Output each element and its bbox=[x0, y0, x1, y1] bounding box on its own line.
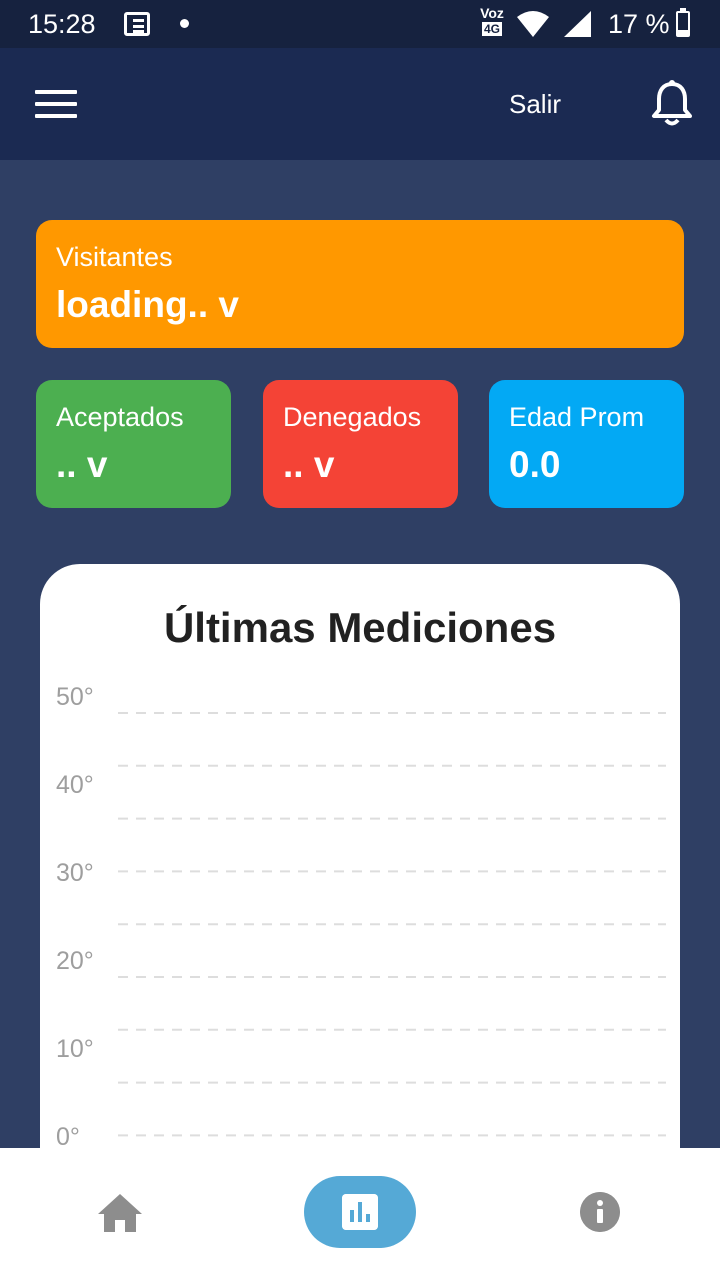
bar-chart-icon bbox=[342, 1194, 378, 1230]
network-indicator: Voz 4G bbox=[476, 6, 508, 36]
wifi-icon bbox=[517, 11, 549, 37]
bar-chart-tab[interactable] bbox=[304, 1176, 416, 1248]
edad-prom-value: 0.0 bbox=[509, 444, 561, 485]
news-icon bbox=[124, 12, 150, 36]
y-tick-label: 0° bbox=[56, 1123, 80, 1151]
menu-icon[interactable] bbox=[35, 88, 77, 120]
network-type: 4G bbox=[481, 22, 502, 36]
info-icon[interactable] bbox=[580, 1192, 620, 1232]
bell-icon[interactable] bbox=[650, 80, 694, 128]
edad-prom-card: Edad Prom 0.0 bbox=[489, 380, 684, 508]
y-tick-label: 20° bbox=[56, 947, 94, 975]
measurements-chart: 50° 40° 30° 20° 10° 0° bbox=[56, 683, 666, 1190]
edad-prom-label: Edad Prom bbox=[509, 402, 645, 432]
denegados-card: Denegados .. v bbox=[263, 380, 458, 508]
battery-icon bbox=[676, 8, 690, 37]
visitantes-card: Visitantes loading.. v bbox=[36, 220, 684, 348]
denegados-label: Denegados bbox=[283, 402, 422, 432]
voz-label: Voz bbox=[480, 5, 504, 21]
home-icon[interactable] bbox=[96, 1192, 144, 1234]
visitantes-label: Visitantes bbox=[56, 242, 173, 272]
aceptados-label: Aceptados bbox=[56, 402, 184, 432]
app-bar: Salir bbox=[0, 48, 720, 160]
visitantes-value: loading.. v bbox=[56, 284, 239, 325]
aceptados-value: .. v bbox=[56, 444, 108, 485]
y-tick-label: 40° bbox=[56, 771, 94, 799]
bottom-navigation bbox=[0, 1148, 720, 1280]
y-tick-label: 30° bbox=[56, 859, 94, 887]
status-time: 15:28 bbox=[28, 9, 96, 39]
chart-card: Últimas Mediciones 50° 40° 30° 20° 10° 0° bbox=[40, 564, 680, 1204]
denegados-value: .. v bbox=[283, 444, 335, 485]
aceptados-card: Aceptados .. v bbox=[36, 380, 231, 508]
signal-icon bbox=[564, 11, 591, 37]
y-tick-label: 50° bbox=[56, 683, 94, 711]
battery-percent: 17 % bbox=[608, 9, 670, 39]
y-tick-label: 10° bbox=[56, 1035, 94, 1063]
logout-button[interactable]: Salir bbox=[490, 86, 580, 122]
notification-dot-icon bbox=[180, 19, 189, 28]
status-bar: 15:28 Voz 4G 17 % bbox=[0, 0, 720, 48]
